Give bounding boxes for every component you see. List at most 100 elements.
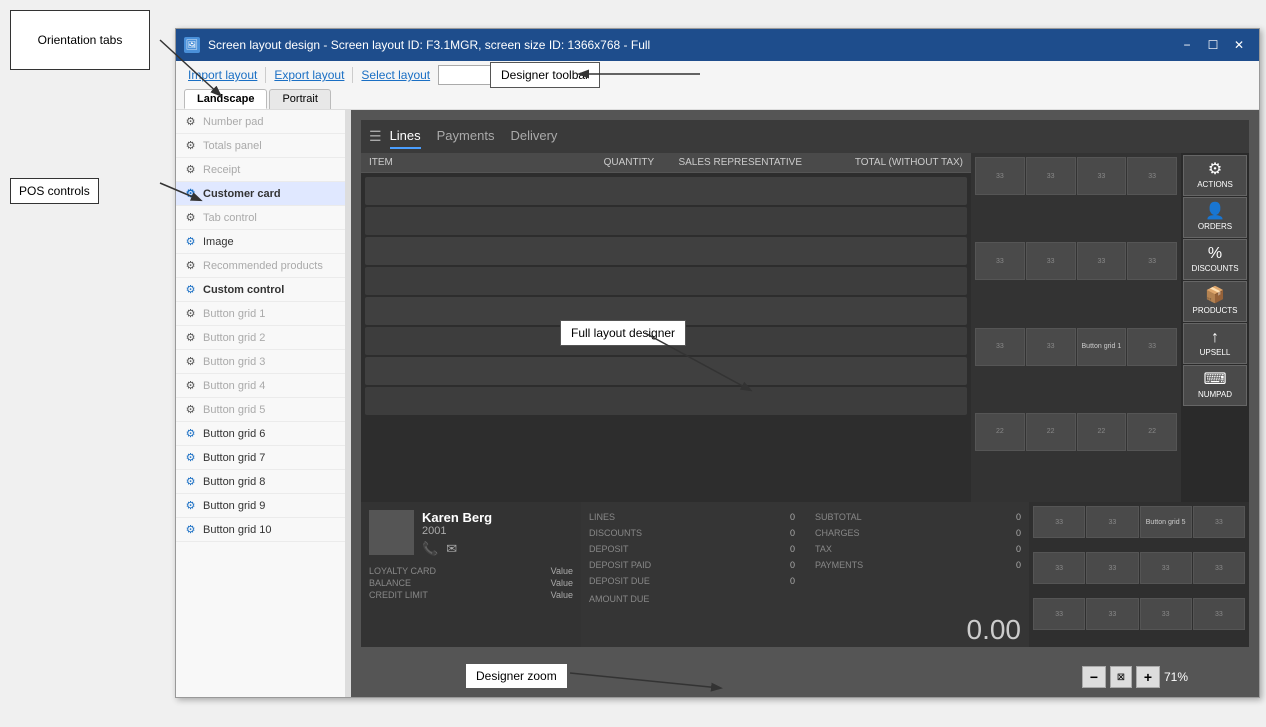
discounts-button[interactable]: % DISCOUNTS [1183,239,1247,280]
bottom-grid-cell[interactable]: 33 [1086,506,1138,538]
orders-button[interactable]: 👤 ORDERS [1183,197,1247,238]
bottom-grid-cell[interactable]: 33 [1033,506,1085,538]
gear-icon-button-grid-9: ⚙ [184,499,197,512]
panel-item-button-grid-4[interactable]: ⚙ Button grid 4 [176,374,345,398]
gear-icon-button-grid-4: ⚙ [184,379,197,392]
panel-item-button-grid-9[interactable]: ⚙ Button grid 9 [176,494,345,518]
panel-item-button-grid-6[interactable]: ⚙ Button grid 6 [176,422,345,446]
toolbar-separator-2 [352,67,353,83]
grid-cell[interactable]: 33 [1026,242,1076,280]
title-bar-left: 🖼 Screen layout design - Screen layout I… [184,37,650,53]
email-icon: ✉ [446,541,457,557]
landscape-tab[interactable]: Landscape [184,89,267,109]
actions-icon: ⚙ [1208,162,1222,178]
panel-item-button-grid-2[interactable]: ⚙ Button grid 2 [176,326,345,350]
upsell-button[interactable]: ↑ UPSELL [1183,323,1247,364]
panel-item-custom-control[interactable]: ⚙ Custom control [176,278,345,302]
gear-icon-number-pad: ⚙ [184,115,197,128]
panel-item-image[interactable]: ⚙ Image [176,230,345,254]
pos-tab-payments[interactable]: Payments [437,124,495,149]
panel-item-button-grid-7[interactable]: ⚙ Button grid 7 [176,446,345,470]
bottom-grid-cell[interactable]: 33 [1193,506,1245,538]
full-layout-designer-callout: Full layout designer [560,320,686,346]
bottom-grid-cell[interactable]: 33 [1033,552,1085,584]
grid-cell[interactable]: 22 [1026,413,1076,451]
deposit-row: DEPOSIT 0 [589,542,795,556]
grid-cell[interactable]: 33 [975,328,1025,366]
numpad-button[interactable]: ⌨ NUMPAD [1183,365,1247,406]
grid-cell[interactable]: 22 [1077,413,1127,451]
panel-item-button-grid-5[interactable]: ⚙ Button grid 5 [176,398,345,422]
pos-tab-delivery[interactable]: Delivery [510,124,557,149]
portrait-tab[interactable]: Portrait [269,89,330,109]
panel-item-button-grid-10[interactable]: ⚙ Button grid 10 [176,518,345,542]
main-window: 🖼 Screen layout design - Screen layout I… [175,28,1260,698]
grid-cell[interactable]: 33 [1026,328,1076,366]
gear-icon-button-grid-5: ⚙ [184,403,197,416]
bottom-grid-cell[interactable]: 33 [1140,552,1192,584]
pos-button-grid: 33 33 33 33 33 33 33 33 33 33 [971,153,1181,502]
select-layout-button[interactable]: Select layout [357,66,434,84]
panel-item-totals-panel[interactable]: ⚙ Totals panel [176,134,345,158]
pos-lines-header: ITEM QUANTITY SALES REPRESENTATIVE TOTAL… [361,153,971,173]
grid-cell-button-grid-1[interactable]: Button grid 1 [1077,328,1127,366]
bottom-grid-cell[interactable]: 33 [1086,598,1138,630]
left-panel: ⚙ Number pad ⚙ Totals panel ⚙ Receipt ⚙ … [176,110,346,697]
col-header-item: ITEM [369,157,592,168]
panel-item-customer-card[interactable]: ⚙ Customer card [176,182,345,206]
export-layout-button[interactable]: Export layout [270,66,348,84]
grid-cell[interactable]: 33 [1127,328,1177,366]
panel-item-button-grid-8[interactable]: ⚙ Button grid 8 [176,470,345,494]
grid-cell[interactable]: 33 [1127,157,1177,195]
bottom-grid-cell-labeled[interactable]: Button grid 5 [1140,506,1192,538]
grid-cell[interactable]: 33 [975,157,1025,195]
panel-item-tab-control[interactable]: ⚙ Tab control [176,206,345,230]
zoom-fit-button[interactable]: ⊠ [1110,666,1132,688]
bottom-grid-cell[interactable]: 33 [1033,598,1085,630]
customer-avatar [369,510,414,555]
designer-toolbar-callout: Designer toolbar [490,62,600,88]
tax-row: TAX 0 [815,542,1021,556]
table-row[interactable] [365,357,967,385]
grid-cell[interactable]: 33 [1077,157,1127,195]
import-layout-button[interactable]: Import layout [184,66,261,84]
panel-item-button-grid-3[interactable]: ⚙ Button grid 3 [176,350,345,374]
subtotal-row: SUBTOTAL 0 [815,510,1021,524]
table-row[interactable] [365,387,967,415]
grid-cell[interactable]: 22 [975,413,1025,451]
gear-icon-button-grid-2: ⚙ [184,331,197,344]
table-row[interactable] [365,177,967,205]
zoom-out-button[interactable]: − [1082,666,1106,688]
grid-cell[interactable]: 33 [1127,242,1177,280]
table-row[interactable] [365,207,967,235]
bottom-grid-cell[interactable]: 33 [1193,598,1245,630]
pos-totals: LINES 0 SUBTOTAL 0 DISCOUNTS 0 [581,502,1029,647]
panel-item-button-grid-1[interactable]: ⚙ Button grid 1 [176,302,345,326]
table-row[interactable] [365,267,967,295]
close-button[interactable]: ✕ [1227,34,1251,56]
table-row[interactable] [365,237,967,265]
maximize-button[interactable]: ☐ [1201,34,1225,56]
pos-tab-lines[interactable]: Lines [390,124,421,149]
customer-top: Karen Berg 2001 📞 ✉ [369,510,573,557]
panel-item-receipt[interactable]: ⚙ Receipt [176,158,345,182]
grid-cell[interactable]: 33 [1026,157,1076,195]
minimize-button[interactable]: − [1175,34,1199,56]
bottom-grid-cell[interactable]: 33 [1193,552,1245,584]
orders-icon: 👤 [1205,204,1225,220]
grid-cell[interactable]: 22 [1127,413,1177,451]
gear-icon-recommended: ⚙ [184,259,197,272]
panel-item-recommended[interactable]: ⚙ Recommended products [176,254,345,278]
zoom-in-button[interactable]: + [1136,666,1160,688]
grid-cell[interactable]: 33 [975,242,1025,280]
bottom-grid-cell[interactable]: 33 [1140,598,1192,630]
grid-cell[interactable]: 33 [1077,242,1127,280]
toolbar-row: Import layout Export layout Select layou… [184,65,1251,85]
products-button[interactable]: 📦 PRODUCTS [1183,281,1247,322]
pos-top-bar: ☰ Lines Payments Delivery [361,120,1249,153]
hamburger-icon[interactable]: ☰ [369,128,382,145]
panel-item-number-pad[interactable]: ⚙ Number pad [176,110,345,134]
actions-button[interactable]: ⚙ ACTIONS [1183,155,1247,196]
bottom-grid-cell[interactable]: 33 [1086,552,1138,584]
gear-icon-button-grid-1: ⚙ [184,307,197,320]
